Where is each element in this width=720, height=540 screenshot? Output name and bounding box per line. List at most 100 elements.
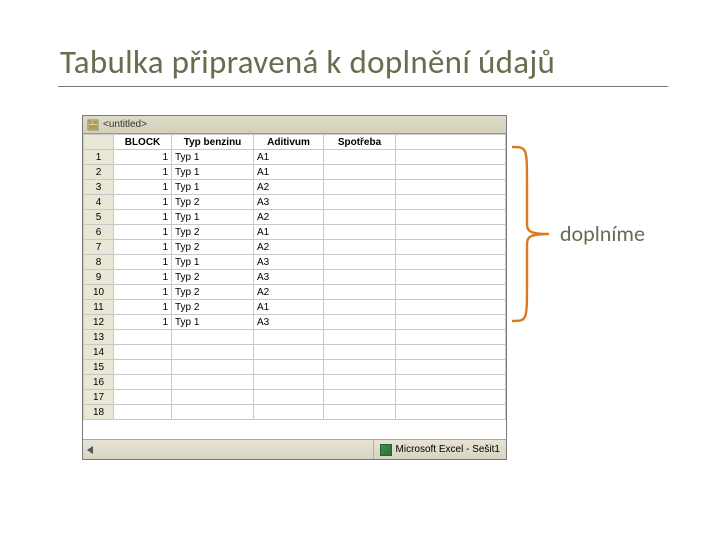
cell-block[interactable]: 1 — [114, 315, 172, 330]
cell-block[interactable]: 1 — [114, 240, 172, 255]
col-header-spotreba[interactable]: Spotřeba — [324, 135, 396, 150]
cell-aditivum[interactable]: A2 — [254, 240, 324, 255]
cell-block[interactable] — [114, 375, 172, 390]
col-header-block[interactable]: BLOCK — [114, 135, 172, 150]
cell-spotreba[interactable] — [324, 240, 396, 255]
cell-block[interactable] — [114, 405, 172, 420]
row-header[interactable]: 6 — [84, 225, 114, 240]
cell-spotreba[interactable] — [324, 360, 396, 375]
cell-typ-benzinu[interactable] — [172, 330, 254, 345]
spreadsheet-grid[interactable]: BLOCK Typ benzinu Aditivum Spotřeba 11Ty… — [83, 134, 506, 439]
col-header-empty[interactable] — [396, 135, 506, 150]
cell-empty[interactable] — [396, 375, 506, 390]
cell-block[interactable] — [114, 390, 172, 405]
row-header[interactable]: 12 — [84, 315, 114, 330]
cell-aditivum[interactable] — [254, 405, 324, 420]
cell-empty[interactable] — [396, 255, 506, 270]
cell-spotreba[interactable] — [324, 180, 396, 195]
cell-spotreba[interactable] — [324, 210, 396, 225]
cell-spotreba[interactable] — [324, 315, 396, 330]
cell-spotreba[interactable] — [324, 195, 396, 210]
cell-empty[interactable] — [396, 315, 506, 330]
row-header[interactable]: 10 — [84, 285, 114, 300]
cell-typ-benzinu[interactable]: Typ 2 — [172, 195, 254, 210]
cell-typ-benzinu[interactable]: Typ 2 — [172, 285, 254, 300]
cell-aditivum[interactable]: A3 — [254, 255, 324, 270]
cell-typ-benzinu[interactable]: Typ 2 — [172, 225, 254, 240]
cell-aditivum[interactable]: A1 — [254, 225, 324, 240]
cell-aditivum[interactable]: A3 — [254, 315, 324, 330]
cell-block[interactable]: 1 — [114, 285, 172, 300]
cell-empty[interactable] — [396, 405, 506, 420]
cell-aditivum[interactable]: A1 — [254, 150, 324, 165]
cell-block[interactable]: 1 — [114, 150, 172, 165]
cell-spotreba[interactable] — [324, 270, 396, 285]
cell-spotreba[interactable] — [324, 330, 396, 345]
row-header[interactable]: 16 — [84, 375, 114, 390]
row-header[interactable]: 17 — [84, 390, 114, 405]
statusbar-excel-label[interactable]: Microsoft Excel - Sešit1 — [374, 440, 506, 459]
cell-empty[interactable] — [396, 285, 506, 300]
row-header[interactable]: 2 — [84, 165, 114, 180]
cell-block[interactable] — [114, 360, 172, 375]
cell-aditivum[interactable]: A2 — [254, 180, 324, 195]
cell-aditivum[interactable]: A3 — [254, 270, 324, 285]
cell-aditivum[interactable] — [254, 345, 324, 360]
cell-aditivum[interactable]: A2 — [254, 285, 324, 300]
cell-typ-benzinu[interactable]: Typ 2 — [172, 270, 254, 285]
cell-empty[interactable] — [396, 165, 506, 180]
cell-empty[interactable] — [396, 330, 506, 345]
cell-typ-benzinu[interactable] — [172, 405, 254, 420]
row-header[interactable]: 8 — [84, 255, 114, 270]
cell-empty[interactable] — [396, 360, 506, 375]
cell-aditivum[interactable] — [254, 360, 324, 375]
row-header[interactable]: 18 — [84, 405, 114, 420]
cell-typ-benzinu[interactable] — [172, 375, 254, 390]
cell-spotreba[interactable] — [324, 300, 396, 315]
cell-spotreba[interactable] — [324, 375, 396, 390]
row-header[interactable]: 7 — [84, 240, 114, 255]
cell-empty[interactable] — [396, 195, 506, 210]
cell-empty[interactable] — [396, 150, 506, 165]
cell-spotreba[interactable] — [324, 165, 396, 180]
cell-spotreba[interactable] — [324, 255, 396, 270]
cell-block[interactable]: 1 — [114, 195, 172, 210]
cell-empty[interactable] — [396, 225, 506, 240]
cell-typ-benzinu[interactable]: Typ 1 — [172, 150, 254, 165]
cell-block[interactable]: 1 — [114, 255, 172, 270]
cell-aditivum[interactable]: A3 — [254, 195, 324, 210]
cell-block[interactable] — [114, 345, 172, 360]
row-header[interactable]: 1 — [84, 150, 114, 165]
cell-empty[interactable] — [396, 390, 506, 405]
cell-aditivum[interactable] — [254, 330, 324, 345]
row-header[interactable]: 15 — [84, 360, 114, 375]
col-header-aditivum[interactable]: Aditivum — [254, 135, 324, 150]
cell-empty[interactable] — [396, 345, 506, 360]
cell-typ-benzinu[interactable]: Typ 2 — [172, 240, 254, 255]
cell-aditivum[interactable]: A2 — [254, 210, 324, 225]
cell-typ-benzinu[interactable] — [172, 390, 254, 405]
row-header[interactable]: 9 — [84, 270, 114, 285]
row-header[interactable]: 11 — [84, 300, 114, 315]
cell-spotreba[interactable] — [324, 285, 396, 300]
row-header[interactable]: 4 — [84, 195, 114, 210]
cell-typ-benzinu[interactable]: Typ 1 — [172, 210, 254, 225]
cell-spotreba[interactable] — [324, 225, 396, 240]
cell-spotreba[interactable] — [324, 345, 396, 360]
cell-typ-benzinu[interactable]: Typ 1 — [172, 255, 254, 270]
cell-block[interactable]: 1 — [114, 210, 172, 225]
cell-empty[interactable] — [396, 240, 506, 255]
cell-block[interactable]: 1 — [114, 165, 172, 180]
cell-block[interactable] — [114, 330, 172, 345]
corner-cell[interactable] — [84, 135, 114, 150]
cell-empty[interactable] — [396, 180, 506, 195]
row-header[interactable]: 3 — [84, 180, 114, 195]
cell-aditivum[interactable]: A1 — [254, 165, 324, 180]
cell-block[interactable]: 1 — [114, 180, 172, 195]
cell-block[interactable]: 1 — [114, 225, 172, 240]
cell-typ-benzinu[interactable] — [172, 360, 254, 375]
cell-aditivum[interactable] — [254, 390, 324, 405]
cell-spotreba[interactable] — [324, 150, 396, 165]
cell-spotreba[interactable] — [324, 390, 396, 405]
cell-empty[interactable] — [396, 300, 506, 315]
